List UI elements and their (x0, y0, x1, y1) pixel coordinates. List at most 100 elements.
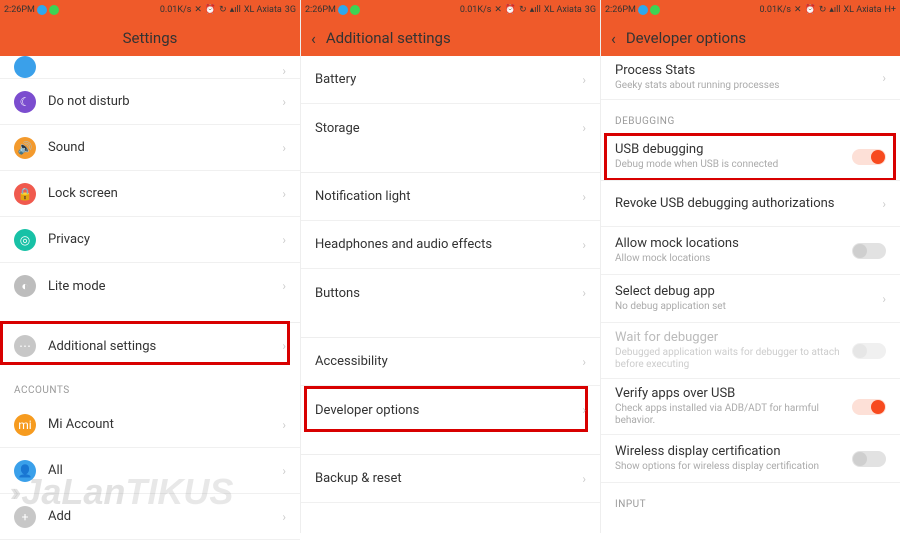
status-speed: 0.01K/s (460, 5, 492, 15)
item-label: Storage (315, 121, 582, 136)
item-subtitle: No debug application set (615, 301, 882, 313)
title-bar: ‹ Additional settings (301, 20, 600, 56)
process-stats-item[interactable]: Process Stats Geeky stats about running … (601, 56, 900, 100)
section-header-input: INPUT (601, 483, 900, 516)
item-label: Accessibility (315, 354, 582, 369)
chevron-right-icon: › (582, 472, 586, 486)
chevron-right-icon: › (582, 355, 586, 369)
item-label: Lock screen (48, 186, 282, 201)
mi-account-item[interactable]: mi Mi Account › (0, 402, 300, 448)
item-subtitle: Show options for wireless display certif… (615, 461, 852, 473)
status-dot-icon (638, 5, 648, 15)
lite-mode-item[interactable]: ◐ Lite mode › (0, 263, 300, 309)
item-label: Sound (48, 140, 282, 155)
title-bar: ‹ Developer options (601, 20, 900, 56)
status-bar: 2:26PM 0.01K/s ✕ ⏰ ↻ ▴ıll XL Axiata 3G (301, 0, 600, 20)
verify-apps-usb-item[interactable]: Verify apps over USB Check apps installe… (601, 379, 900, 435)
status-speed: 0.01K/s (759, 5, 791, 15)
watermark-text: TIKUS (125, 471, 233, 513)
alarm-icon: ⏰ (205, 5, 216, 15)
chevron-right-icon: › (282, 279, 286, 293)
status-dot-icon (37, 5, 47, 15)
item-label: USB debugging (615, 142, 852, 157)
section-header-debugging: DEBUGGING (601, 100, 900, 133)
accessibility-item[interactable]: Accessibility › (301, 338, 600, 386)
lock-screen-item[interactable]: 🔒 Lock screen › (0, 171, 300, 217)
usb-debugging-toggle[interactable] (852, 149, 886, 165)
status-dot-icon (49, 5, 59, 15)
item-label: Allow mock locations (615, 236, 852, 251)
wireless-display-toggle[interactable] (852, 451, 886, 467)
chevron-right-icon: › (582, 403, 586, 417)
status-dot-icon (650, 5, 660, 15)
item-label: Wait for debugger (615, 330, 852, 345)
back-button[interactable]: ‹ (611, 29, 616, 48)
item-label: Buttons (315, 286, 582, 301)
item-label: Process Stats (615, 63, 882, 78)
headphones-item[interactable]: Headphones and audio effects › (301, 221, 600, 269)
item-label: Developer options (315, 403, 582, 418)
item-label: Backup & reset (315, 471, 582, 486)
sync-icon: ↻ (519, 5, 527, 15)
signal-icon: ▴ıll (829, 5, 840, 15)
item-subtitle: Allow mock locations (615, 253, 852, 265)
usb-debugging-item[interactable]: USB debugging Debug mode when USB is con… (601, 133, 900, 181)
chevron-right-icon: › (282, 418, 286, 432)
partial-icon (14, 56, 36, 78)
storage-item[interactable]: Storage › (301, 104, 600, 152)
chevron-right-icon: › (582, 286, 586, 300)
battery-item[interactable]: Battery › (301, 56, 600, 104)
chevron-right-icon: › (282, 141, 286, 155)
vibrate-icon: ✕ (194, 5, 202, 15)
item-label: Notification light (315, 189, 582, 204)
status-carrier: XL Axiata (544, 5, 582, 15)
lite-icon: ◐ (14, 275, 36, 297)
item-label: Privacy (48, 232, 282, 247)
page-title: Settings (123, 29, 178, 47)
chevron-right-icon: › (282, 510, 286, 524)
item-label: Battery (315, 72, 582, 87)
do-not-disturb-item[interactable]: ☾ Do not disturb › (0, 79, 300, 125)
sound-icon: 🔊 (14, 137, 36, 159)
mock-locations-toggle[interactable] (852, 243, 886, 259)
chevron-right-icon: › (282, 339, 286, 353)
notification-light-item[interactable]: Notification light › (301, 173, 600, 221)
privacy-item[interactable]: ◎ Privacy › (0, 217, 300, 263)
chevron-right-icon: › (882, 71, 886, 85)
status-time: 2:26PM (305, 5, 336, 15)
item-subtitle: Check apps installed via ADB/ADT for har… (615, 403, 852, 427)
status-network: H+ (884, 5, 896, 15)
chevron-right-icon: › (282, 95, 286, 109)
more-icon: ⋯ (14, 335, 36, 357)
mock-locations-item[interactable]: Allow mock locations Allow mock location… (601, 227, 900, 275)
chevron-right-icon: › (282, 233, 286, 247)
select-debug-app-item[interactable]: Select debug app No debug application se… (601, 275, 900, 323)
status-network: 3G (585, 5, 596, 15)
buttons-item[interactable]: Buttons › (301, 269, 600, 317)
item-label: Select debug app (615, 284, 882, 299)
additional-settings-panel: 2:26PM 0.01K/s ✕ ⏰ ↻ ▴ıll XL Axiata 3G ‹… (300, 0, 600, 533)
developer-options-item[interactable]: Developer options › (301, 386, 600, 434)
chevron-right-icon: › (282, 64, 286, 78)
chevron-right-icon: › (882, 292, 886, 306)
wireless-display-item[interactable]: Wireless display certification Show opti… (601, 435, 900, 483)
item-label: Verify apps over USB (615, 386, 852, 401)
back-button[interactable]: ‹ (311, 29, 316, 48)
verify-apps-toggle[interactable] (852, 399, 886, 415)
mi-icon: mi (14, 414, 36, 436)
status-carrier: XL Axiata (244, 5, 282, 15)
revoke-usb-item[interactable]: Revoke USB debugging authorizations › (601, 181, 900, 227)
item-subtitle: Debug mode when USB is connected (615, 159, 852, 171)
chevron-right-icon: › (582, 238, 586, 252)
signal-icon: ▴ıll (530, 5, 541, 15)
signal-icon: ▴ıll (230, 5, 241, 15)
sound-item[interactable]: 🔊 Sound › (0, 125, 300, 171)
vibrate-icon: ✕ (494, 5, 502, 15)
backup-reset-item[interactable]: Backup & reset › (301, 455, 600, 503)
additional-settings-item[interactable]: ⋯ Additional settings › (0, 323, 300, 369)
partial-item[interactable]: › (0, 56, 300, 78)
wait-for-debugger-item: Wait for debugger Debugged application w… (601, 323, 900, 379)
chevron-right-icon: › (282, 464, 286, 478)
chevron-right-icon: › (582, 73, 586, 87)
page-title: Developer options (626, 29, 746, 47)
